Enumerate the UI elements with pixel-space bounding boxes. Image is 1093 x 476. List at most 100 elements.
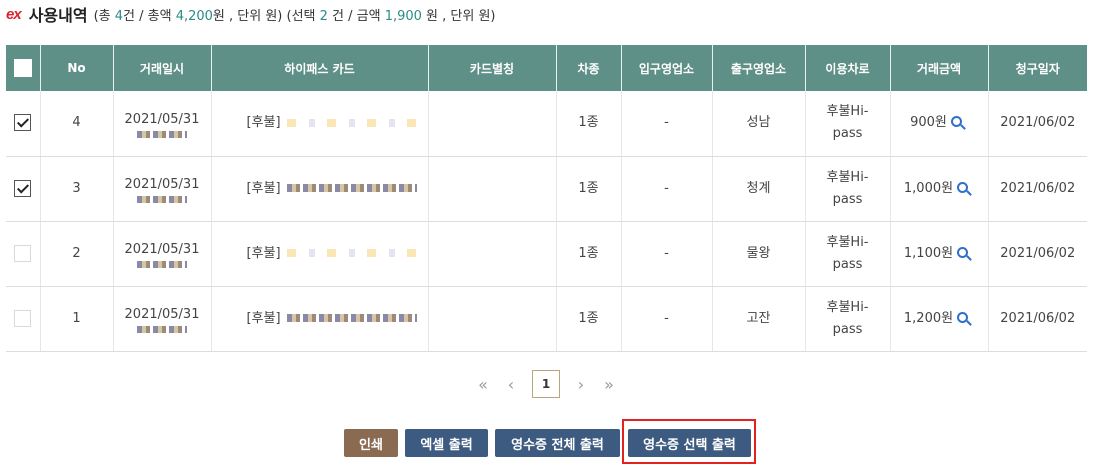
table-row: 1 2021/05/31 [후불] 1종 - 고잔 후불Hi-pass 1,20… [6,286,1087,352]
receipt-all-button[interactable]: 영수증 전체 출력 [495,429,620,457]
redacted-card-number [286,314,417,322]
summary-text: (총 [93,8,115,24]
summary-text: 원 , 단위 원) (선택 [212,8,320,24]
row-lane-line2: pass [832,321,863,337]
summary-text: 건 / 금액 [327,8,385,24]
row-lane-cell: 후불Hi-pass [805,156,891,222]
prev-page-icon[interactable]: ‹ [502,375,520,394]
row-date: 2021/05/31 [124,111,200,127]
col-lane: 이용차로 [805,45,891,91]
row-amount: 1,000원 [903,180,954,196]
row-amount-cell: 1,100원 [890,221,989,287]
total-count: 4 [114,8,124,24]
select-all-cell[interactable] [6,45,41,91]
print-button[interactable]: 인쇄 [344,429,398,457]
row-entry: - [621,221,713,287]
row-vehicle: 1종 [556,221,622,287]
summary-text: 건 / 총액 [123,8,176,24]
row-lane-line1: 후불Hi- [826,169,869,185]
row-amount-cell: 900원 [890,91,989,157]
usage-summary: (총 4건 / 총액 4,200원 , 단위 원) (선택 2 건 / 금액 1… [94,5,496,24]
selected-amount: 1,900 [384,8,422,24]
table-row: 4 2021/05/31 [후불] 1종 - 성남 후불Hi-pass 900원… [6,91,1087,157]
row-alias [428,91,557,157]
first-page-icon[interactable]: « [474,375,492,394]
redacted-time [137,261,187,268]
table-header-row: No 거래일시 하이패스 카드 카드별칭 차종 입구영업소 출구영업소 이용차로… [6,45,1087,91]
row-no: 1 [40,286,114,352]
row-exit: 고잔 [712,286,806,352]
row-alias [428,221,557,287]
row-exit: 성남 [712,91,806,157]
row-date-cell: 2021/05/31 [113,286,212,352]
row-card-type: [후불] [246,115,281,131]
row-card-cell: [후불] [211,286,429,352]
row-select-cell[interactable] [6,221,41,287]
magnifier-icon[interactable] [957,181,969,193]
row-date-cell: 2021/05/31 [113,156,212,222]
row-vehicle: 1종 [556,156,622,222]
col-no: No [40,45,114,91]
redacted-time [137,196,187,203]
page-number-current[interactable]: 1 [532,370,560,398]
redacted-time [137,130,187,138]
selected-count: 2 [319,8,328,24]
row-vehicle: 1종 [556,286,622,352]
row-checkbox[interactable] [14,179,32,197]
row-no: 4 [40,91,114,157]
row-entry: - [621,91,713,157]
row-select-cell[interactable] [6,91,41,157]
last-page-icon[interactable]: » [600,375,618,394]
row-card-cell: [후불] [211,221,429,287]
table-row: 3 2021/05/31 [후불] 1종 - 청계 후불Hi-pass 1,00… [6,156,1087,222]
row-amount: 900원 [910,115,947,131]
row-amount: 1,100원 [903,245,954,261]
row-date: 2021/05/31 [124,307,200,322]
col-entry: 입구영업소 [621,45,713,91]
magnifier-icon[interactable] [957,246,969,258]
row-lane-cell: 후불Hi-pass [805,286,891,352]
excel-export-button[interactable]: 엑셀 출력 [405,429,488,457]
row-exit: 물왕 [712,221,806,287]
next-page-icon[interactable]: › [572,375,590,394]
row-no: 3 [40,156,114,222]
redacted-time [137,326,187,333]
row-alias [428,286,557,352]
row-entry: - [621,286,713,352]
row-card-cell: [후불] [211,156,429,222]
col-bill-date: 청구일자 [988,45,1087,91]
row-date-cell: 2021/05/31 [113,91,212,157]
row-checkbox[interactable] [14,114,32,132]
table-row: 2 2021/05/31 [후불] 1종 - 물왕 후불Hi-pass 1,10… [6,221,1087,287]
magnifier-icon[interactable] [957,311,969,323]
redacted-card-number [286,118,417,127]
select-all-checkbox[interactable] [13,59,32,77]
row-date: 2021/05/31 [124,242,200,257]
row-exit: 청계 [712,156,806,222]
row-no: 2 [40,221,114,287]
col-amount: 거래금액 [890,45,989,91]
redacted-card-number [286,184,417,192]
row-date: 2021/05/31 [124,177,200,192]
row-select-cell[interactable] [6,156,41,222]
col-exit: 출구영업소 [712,45,806,91]
redacted-card-number [286,249,417,257]
ex-logo: ex [6,5,22,23]
row-checkbox[interactable] [14,244,32,262]
row-lane-cell: 후불Hi-pass [805,221,891,287]
row-lane-line1: 후불Hi- [826,104,869,120]
row-checkbox[interactable] [14,309,32,327]
row-card-type: [후불] [246,310,281,326]
row-lane-line1: 후불Hi- [826,234,869,250]
row-card-type: [후불] [246,245,281,261]
row-bill-date: 2021/06/02 [988,221,1087,287]
row-select-cell[interactable] [6,286,41,352]
row-lane-line2: pass [832,191,863,207]
page-header: ex 사용내역 (총 4건 / 총액 4,200원 , 단위 원) (선택 2 … [6,2,496,26]
col-card: 하이패스 카드 [211,45,429,91]
row-vehicle: 1종 [556,91,622,157]
row-alias [428,156,557,222]
magnifier-icon[interactable] [950,116,962,128]
row-entry: - [621,156,713,222]
row-amount-cell: 1,000원 [890,156,989,222]
